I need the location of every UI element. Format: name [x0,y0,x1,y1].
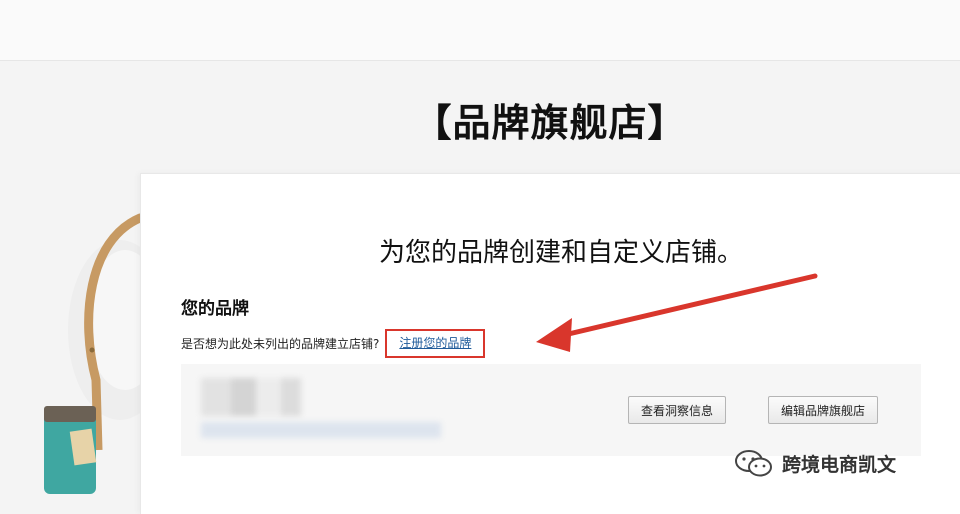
view-insights-button[interactable]: 查看洞察信息 [628,396,727,424]
brand-list-item: 查看洞察信息 编辑品牌旗舰店 [181,364,921,456]
product-photo [44,213,160,494]
blurred-brand-name [201,422,441,438]
unlisted-brand-question: 是否想为此处未列出的品牌建立店铺? 注册您的品牌 [181,329,486,358]
card-heading: 为您的品牌创建和自定义店铺。 [378,238,743,268]
section-title-your-brand: 您的品牌 [181,299,249,319]
register-brand-link[interactable]: 注册您的品牌 [399,336,471,350]
watermark: 跨境电商凯文 [734,448,896,478]
page-title: 【品牌旗舰店】 [413,101,687,145]
wechat-icon [735,450,772,477]
edit-brand-store-button[interactable]: 编辑品牌旗舰店 [768,396,879,424]
top-bar [0,0,960,61]
blurred-brand-logo [201,378,301,416]
question-text: 是否想为此处未列出的品牌建立店铺? [181,337,380,351]
watermark-text: 跨境电商凯文 [782,453,897,476]
highlight-box: 注册您的品牌 [385,329,486,358]
